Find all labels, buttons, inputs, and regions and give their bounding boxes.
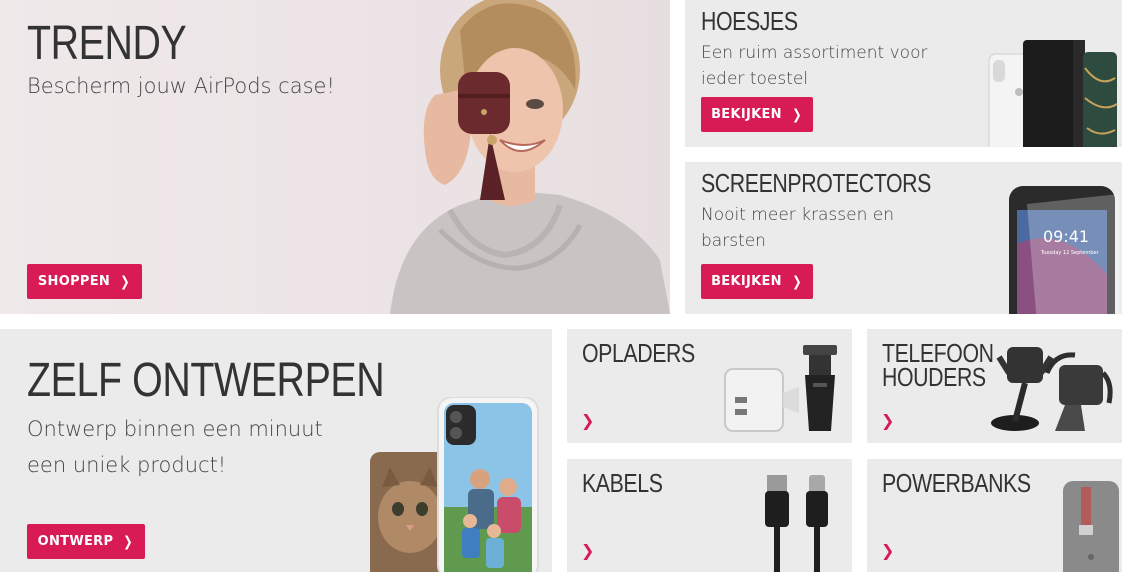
chevron-right-icon[interactable]: ❯ [881, 541, 894, 560]
shoppen-button[interactable]: SHOPPEN ❯ [27, 264, 142, 299]
powerbanks-title: POWERBANKS [882, 468, 1031, 498]
tile-telefoon-houders[interactable]: TELEFOON HOUDERS ❯ [867, 329, 1122, 443]
hero-banner-trendy[interactable]: TRENDY Bescherm jouw AirPods case! SHOPP… [0, 0, 670, 314]
telefoon-houders-title: TELEFOON HOUDERS [882, 340, 994, 392]
zelf-ontwerpen-title: ZELF ONTWERPEN [27, 354, 385, 407]
ontwerp-button[interactable]: ONTWERP ❯ [27, 524, 145, 559]
screenprotector-phone-image: 09:41 Tuesday 12 September [1009, 186, 1119, 314]
phone-holders-image [991, 347, 1113, 431]
cables-image [765, 475, 828, 572]
shoppen-button-label: SHOPPEN [37, 274, 111, 289]
hero-title: TRENDY [27, 17, 187, 70]
phone-time: 09:41 [1043, 227, 1089, 246]
chevron-right-icon: ❯ [792, 106, 802, 123]
tile-screenprotectors[interactable]: 09:41 Tuesday 12 September SCREENPROTECT… [685, 162, 1122, 314]
zelf-ontwerpen-subtitle: Ontwerp binnen een minuut een uniek prod… [27, 417, 323, 477]
tile-zelf-ontwerpen[interactable]: ZELF ONTWERPEN Ontwerp binnen een minuut… [0, 329, 552, 572]
powerbank-image [1063, 481, 1119, 572]
tile-powerbanks[interactable]: POWERBANKS ❯ [867, 459, 1122, 572]
hoesjes-title: HOESJES [701, 6, 798, 36]
hoesjes-subtitle: Een ruim assortiment voor ieder toestel [701, 43, 928, 89]
tile-hoesjes[interactable]: HOESJES Een ruim assortiment voor ieder … [685, 0, 1122, 147]
chevron-right-icon[interactable]: ❯ [581, 411, 594, 430]
tile-kabels[interactable]: KABELS ❯ [567, 459, 852, 572]
custom-phone-cases-image [370, 397, 539, 572]
chevron-right-icon: ❯ [120, 273, 130, 290]
ontwerp-button-label: ONTWERP [37, 534, 114, 549]
woman-with-airpods-case-photo [390, 0, 670, 314]
tile-opladers[interactable]: OPLADERS ❯ [567, 329, 852, 443]
phone-date: Tuesday 12 September [1040, 250, 1099, 256]
chevron-right-icon[interactable]: ❯ [881, 411, 894, 430]
screenprotectors-subtitle: Nooit meer krassen en barsten [701, 205, 895, 251]
hero-subtitle: Bescherm jouw AirPods case! [27, 74, 335, 98]
chevron-right-icon[interactable]: ❯ [581, 541, 594, 560]
kabels-title: KABELS [582, 468, 663, 498]
opladers-title: OPLADERS [582, 338, 695, 368]
screenprotectors-title: SCREENPROTECTORS [701, 168, 931, 198]
telefoon-houders-title-line2: HOUDERS [882, 362, 986, 392]
hoesjes-button-label: BEKIJKEN [711, 107, 782, 122]
phone-cases-image [988, 40, 1118, 147]
screenprotectors-bekijken-button[interactable]: BEKIJKEN ❯ [701, 264, 813, 299]
chevron-right-icon: ❯ [123, 533, 134, 550]
chargers-image [724, 345, 837, 432]
hoesjes-bekijken-button[interactable]: BEKIJKEN ❯ [701, 97, 813, 132]
screenprotectors-button-label: BEKIJKEN [711, 274, 782, 289]
chevron-right-icon: ❯ [792, 273, 802, 290]
